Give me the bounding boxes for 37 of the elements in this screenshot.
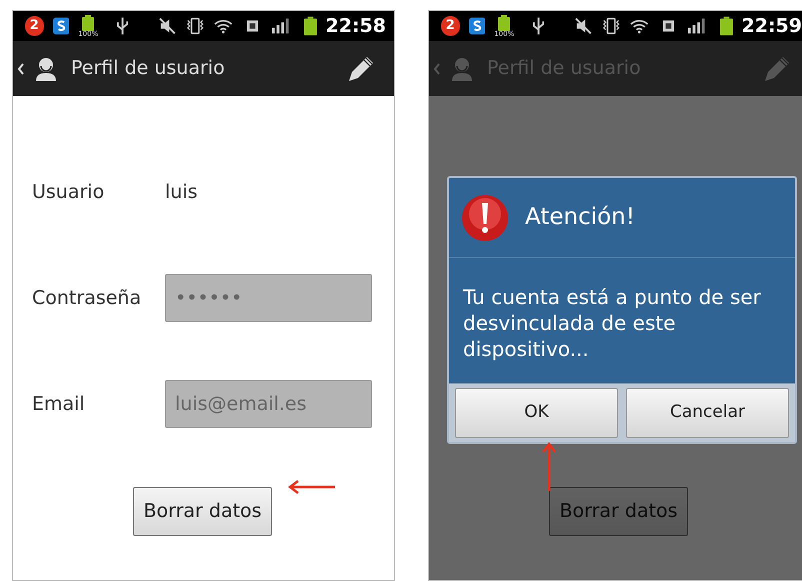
battery-icon — [82, 14, 94, 30]
notification-badge: 2 — [441, 16, 460, 36]
app-icon — [52, 17, 70, 35]
wifi-icon — [214, 18, 233, 34]
field-value: luis — [165, 180, 198, 205]
battery-icon — [498, 14, 510, 30]
screen-title: Perfil de usuario — [71, 56, 225, 82]
field-label: Usuario — [32, 180, 106, 205]
person-icon — [451, 56, 473, 80]
signal-icon — [688, 18, 705, 34]
person-icon — [35, 56, 57, 80]
mute-icon — [575, 17, 592, 35]
pointer-arrow — [542, 441, 556, 491]
usb-icon — [117, 16, 128, 36]
clear-data-button[interactable]: Borrar datos — [133, 487, 272, 536]
field-label: Email — [32, 392, 86, 417]
sim-icon — [662, 19, 675, 33]
wifi-icon — [630, 18, 649, 34]
sim-icon — [246, 19, 259, 33]
warning-icon — [461, 194, 509, 242]
usb-icon — [533, 16, 544, 36]
app-icon — [468, 17, 486, 35]
mute-icon — [159, 17, 176, 35]
dialog-title: Atención! — [525, 203, 635, 232]
vibrate-icon — [185, 16, 206, 36]
clock: 22:58 — [326, 14, 386, 39]
notification-badge: 2 — [25, 16, 44, 36]
dialog-button[interactable]: Cancelar — [626, 388, 789, 438]
battery-icon — [304, 16, 317, 36]
pointer-arrow — [287, 479, 335, 495]
clock: 22:59 — [742, 14, 802, 39]
vibrate-icon — [601, 16, 622, 36]
dialog-message: Tu cuenta está a punto de ser desvinculada de este dispositivo... — [462, 284, 762, 363]
signal-icon — [272, 18, 289, 34]
dialog-button[interactable]: OK — [455, 388, 618, 438]
field-label: Contraseña — [32, 286, 142, 311]
battery-icon — [720, 16, 733, 36]
